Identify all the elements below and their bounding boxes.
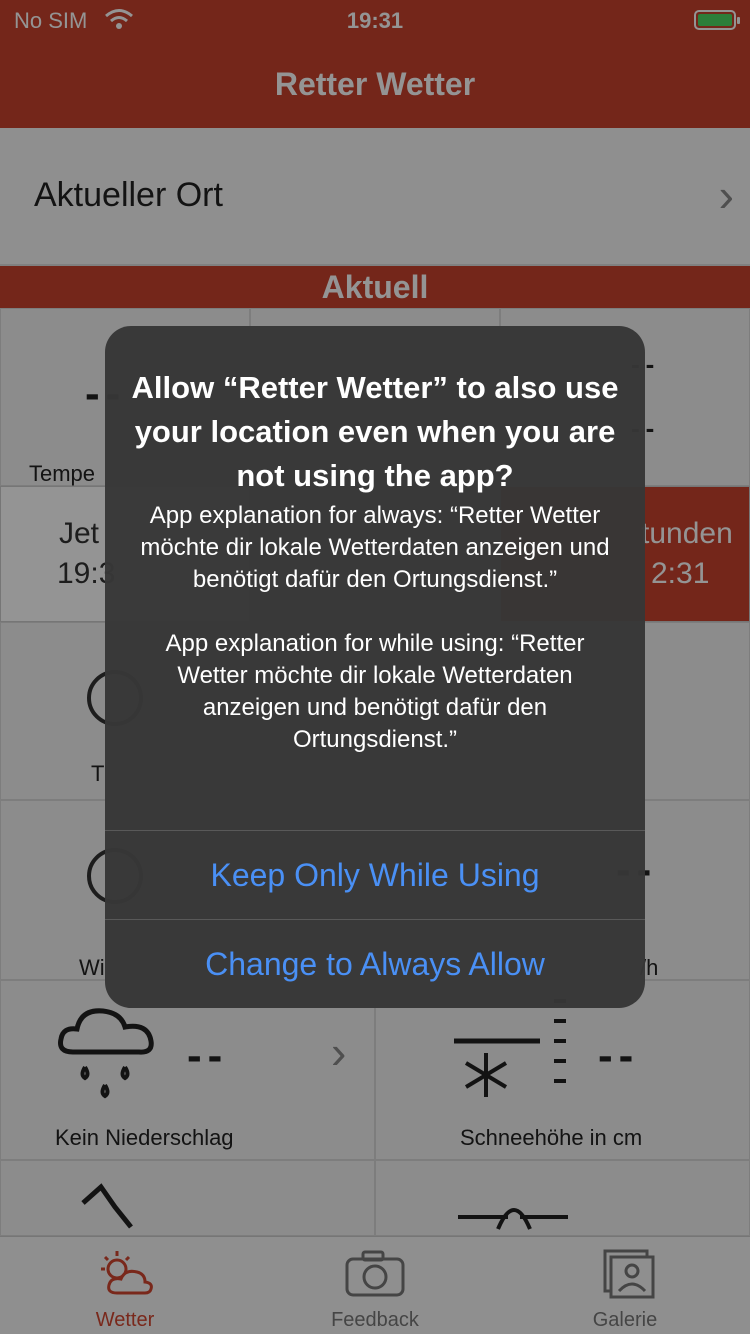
location-permission-alert: Allow “Retter Wetter” to also use your l… xyxy=(105,326,645,1008)
keep-only-while-using-button[interactable]: Keep Only While Using xyxy=(105,831,645,919)
change-to-always-allow-button[interactable]: Change to Always Allow xyxy=(105,920,645,1008)
alert-title: Allow “Retter Wetter” to also use your l… xyxy=(131,370,619,493)
alert-message: App explanation for always: “Retter Wett… xyxy=(140,502,610,753)
